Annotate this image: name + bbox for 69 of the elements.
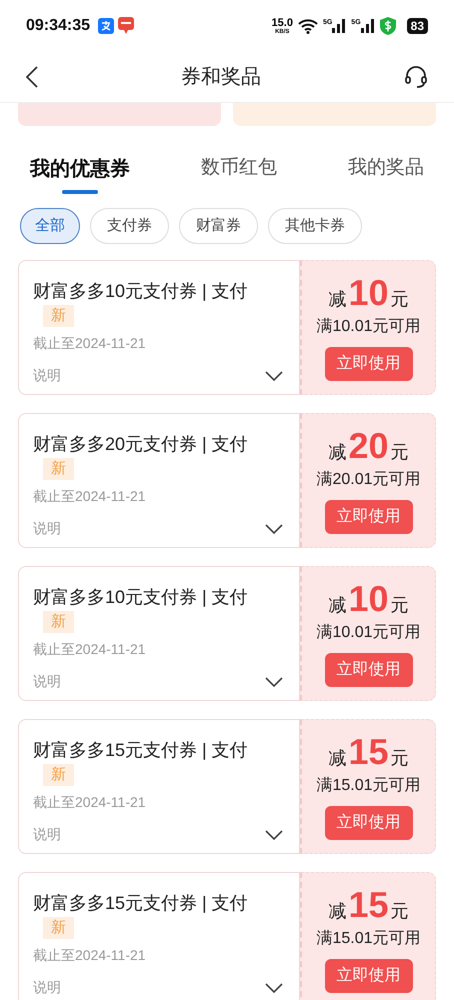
network-speed: 15.0: [272, 18, 293, 28]
expiry-date: 截止至2024-11-21: [33, 793, 147, 812]
discount-unit: 元: [390, 441, 409, 464]
usage-condition: 满20.01元可用: [316, 470, 421, 490]
use-now-button[interactable]: 立即使用: [324, 959, 412, 993]
coupon-title: 财富多多15元支付券 | 支付: [33, 739, 249, 762]
chevron-down-icon[interactable]: [265, 676, 283, 686]
discount-amount: 20: [348, 426, 389, 466]
new-tag: 新: [43, 611, 74, 633]
use-now-button[interactable]: 立即使用: [324, 653, 412, 687]
status-time: 09:34:35: [26, 16, 90, 36]
new-tag: 新: [43, 917, 74, 939]
discount-unit: 元: [390, 900, 409, 923]
expiry-date: 截止至2024-11-21: [33, 334, 147, 353]
headset-icon[interactable]: [404, 65, 428, 89]
filter-chip[interactable]: 其他卡券: [268, 208, 362, 244]
new-tag: 新: [43, 764, 74, 786]
use-now-button[interactable]: 立即使用: [324, 806, 412, 840]
usage-condition: 满10.01元可用: [316, 622, 421, 643]
description-label: 说明: [33, 672, 61, 691]
expiry-date: 截止至2024-11-21: [33, 946, 147, 965]
discount-unit: 元: [390, 288, 409, 311]
signal-icon: [332, 19, 346, 33]
tab[interactable]: 数币红包: [201, 154, 277, 194]
expiry-date: 截止至2024-11-21: [33, 487, 147, 506]
coupon-title: 财富多多10元支付券 | 支付: [33, 586, 249, 609]
description-label: 说明: [33, 825, 61, 844]
tab[interactable]: 我的优惠券: [30, 154, 130, 194]
filter-chip[interactable]: 全部: [20, 208, 80, 244]
page-title: 券和奖品: [181, 65, 261, 90]
discount-prefix: 减: [328, 900, 346, 923]
usage-condition: 满10.01元可用: [316, 316, 421, 337]
discount-amount: 15: [348, 732, 389, 772]
discount-unit: 元: [390, 747, 409, 770]
description-label: 说明: [33, 366, 61, 385]
description-label: 说明: [33, 978, 61, 997]
wifi-icon: [298, 18, 318, 34]
discount-prefix: 减: [328, 288, 346, 311]
expiry-date: 截止至2024-11-21: [33, 640, 147, 659]
discount-prefix: 减: [328, 441, 346, 464]
description-label: 说明: [33, 519, 61, 538]
discount-prefix: 减: [328, 747, 346, 770]
chevron-down-icon[interactable]: [265, 982, 283, 992]
filter-chip[interactable]: 支付券: [90, 208, 169, 244]
usage-condition: 满15.01元可用: [316, 928, 421, 949]
chevron-down-icon[interactable]: [265, 524, 283, 534]
use-now-button[interactable]: 立即使用: [324, 347, 412, 381]
chevron-down-icon[interactable]: [265, 370, 283, 380]
use-now-button[interactable]: 立即使用: [324, 500, 412, 534]
payment-app-icon: [98, 18, 114, 34]
new-tag: 新: [43, 305, 74, 327]
signal-icon: [360, 19, 375, 33]
discount-unit: 元: [390, 594, 409, 617]
coupon-title: 财富多多20元支付券 | 支付: [33, 433, 249, 456]
filter-chip[interactable]: 财富券: [179, 208, 258, 244]
battery-level: 83: [406, 18, 428, 34]
coupon-title: 财富多多10元支付券 | 支付: [33, 280, 249, 303]
new-tag: 新: [43, 458, 74, 480]
shield-icon: [380, 17, 396, 35]
chevron-down-icon[interactable]: [265, 830, 283, 840]
message-app-icon: [118, 17, 134, 35]
usage-condition: 满15.01元可用: [316, 776, 421, 796]
discount-amount: 15: [348, 885, 389, 925]
back-icon[interactable]: [26, 66, 38, 88]
discount-amount: 10: [348, 273, 389, 313]
coupon-title: 财富多多15元支付券 | 支付: [33, 892, 249, 915]
discount-amount: 10: [348, 579, 389, 619]
tab[interactable]: 我的奖品: [348, 154, 424, 194]
discount-prefix: 减: [328, 594, 346, 617]
